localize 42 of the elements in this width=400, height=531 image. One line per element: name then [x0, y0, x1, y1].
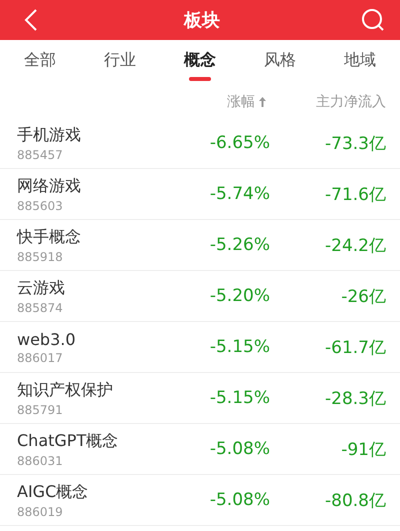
net-inflow: -80.8亿 — [324, 490, 386, 512]
search-icon — [361, 8, 385, 32]
change-percent: -5.74% — [208, 184, 270, 204]
category-tab[interactable]: 概念 — [172, 40, 228, 86]
sector-code: 886019 — [17, 504, 64, 518]
sector-code: 885791 — [17, 402, 64, 416]
change-percent: -5.20% — [208, 286, 270, 306]
net-inflow: -71.6亿 — [324, 184, 386, 206]
net-inflow: -24.2亿 — [324, 234, 386, 256]
sector-code: 885874 — [17, 300, 64, 314]
sector-name[interactable]: ChatGPT概念 — [17, 430, 170, 452]
sector-name[interactable]: 网络游戏 — [17, 176, 170, 196]
category-tab[interactable]: 地域 — [332, 40, 388, 86]
sector-name[interactable]: 知识产权保护 — [17, 380, 170, 400]
sector-code: 885603 — [17, 198, 64, 212]
sector-name[interactable]: web3.0 — [17, 330, 170, 348]
sector-name[interactable]: 快手概念 — [17, 226, 170, 248]
category-tab[interactable]: 风格 — [252, 40, 308, 86]
sector-name[interactable]: AIGC概念 — [17, 482, 170, 502]
sort-arrow-icon — [259, 97, 266, 107]
sector-code: 886017 — [17, 350, 64, 364]
change-percent: -5.26% — [208, 235, 270, 255]
sector-code: 885918 — [17, 250, 64, 264]
search-button[interactable] — [360, 7, 386, 33]
sector-code: 885457 — [17, 148, 64, 162]
change-percent: -5.15% — [208, 388, 270, 408]
sector-code: 886031 — [17, 454, 64, 468]
sector-name[interactable]: 手机游戏 — [17, 124, 170, 146]
net-inflow: -73.3亿 — [324, 132, 386, 154]
change-percent: -6.65% — [208, 133, 270, 153]
change-percent: -5.15% — [208, 337, 270, 357]
back-icon — [24, 8, 38, 32]
page-title: 板块 — [184, 9, 220, 32]
category-tab[interactable]: 全部 — [12, 40, 68, 86]
category-tab[interactable]: 行业 — [92, 40, 148, 86]
change-percent: -5.08% — [208, 439, 270, 459]
net-inflow: -26亿 — [340, 286, 386, 308]
change-percent: -5.08% — [208, 490, 270, 510]
sector-name[interactable]: 云游戏 — [17, 278, 170, 298]
net-inflow: -91亿 — [340, 438, 386, 460]
net-inflow: -61.7亿 — [324, 336, 386, 358]
net-inflow: -28.3亿 — [324, 388, 386, 410]
